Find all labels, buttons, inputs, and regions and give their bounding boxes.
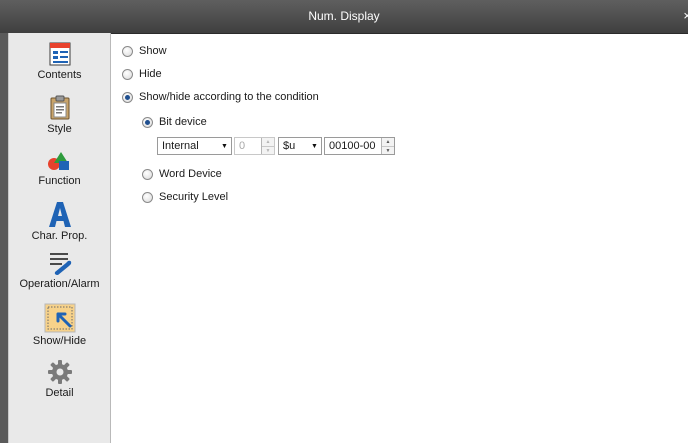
device-type-value: $u [283, 140, 296, 152]
word-device-radio[interactable]: Word Device [142, 166, 222, 182]
spin-buttons[interactable]: ▲ ▼ [381, 138, 394, 154]
sidebar-item-label: Show/Hide [32, 335, 87, 347]
security-level-radio[interactable]: Security Level [142, 189, 228, 205]
window-frame-left [0, 33, 8, 443]
device-location-select[interactable]: Internal ▼ [157, 137, 232, 155]
radio-label: Security Level [159, 191, 229, 203]
spin-down-icon[interactable]: ▼ [382, 146, 394, 155]
radio-button[interactable] [142, 191, 153, 203]
spin-up-icon[interactable]: ▲ [382, 138, 394, 146]
sidebar-item-label: Char. Prop. [31, 230, 88, 242]
char-prop-icon [48, 202, 71, 227]
radio-button[interactable] [122, 91, 133, 103]
device-address-stepper[interactable]: 00100-00 ▲ ▼ [324, 137, 395, 155]
radio-button[interactable] [142, 168, 153, 180]
sidebar-item-style[interactable]: Style [9, 94, 110, 135]
sidebar-item-detail[interactable]: Detail [9, 359, 110, 399]
device-address-value[interactable]: 00100-00 [325, 140, 381, 152]
window-title: Num. Display [308, 9, 380, 23]
radio-label: Word Device [159, 168, 222, 180]
radio-label: Hide [139, 68, 162, 80]
device-location-value: Internal [162, 140, 199, 152]
spin-down-icon: ▼ [262, 146, 274, 155]
chevron-down-icon[interactable]: ▼ [218, 143, 231, 150]
device-type-select[interactable]: $u ▼ [278, 137, 322, 155]
sidebar-item-char-prop[interactable]: Char. Prop. [9, 200, 110, 242]
hide-radio[interactable]: Hide [122, 66, 162, 82]
station-number-value: 0 [239, 140, 246, 152]
close-icon[interactable]: × [683, 8, 688, 23]
sidebar-item-label: Detail [45, 387, 74, 399]
sidebar-item-label: Operation/Alarm [19, 278, 100, 290]
sidebar: Contents Style Function Char. Prop. Oper… [8, 33, 111, 443]
sidebar-item-label: Contents [37, 69, 82, 81]
spin-buttons: ▲ ▼ [261, 138, 274, 154]
sidebar-item-operation-alarm[interactable]: Operation/Alarm [9, 250, 110, 290]
contents-icon [49, 42, 70, 66]
radio-button[interactable] [122, 45, 133, 57]
chevron-down-icon[interactable]: ▼ [308, 143, 321, 150]
show-hide-icon [44, 303, 75, 333]
radio-button[interactable] [122, 68, 133, 80]
show-hide-panel: Show Hide Show/hide according to the con… [110, 33, 688, 443]
radio-button[interactable] [142, 116, 153, 128]
sidebar-item-show-hide[interactable]: Show/Hide [9, 303, 110, 347]
radio-label: Show [139, 45, 167, 57]
radio-label: Bit device [159, 116, 207, 128]
station-number-stepper: 0 ▲ ▼ [234, 137, 275, 155]
sidebar-item-label: Style [47, 123, 72, 135]
title-bar: Num. Display × [0, 0, 688, 34]
bit-device-radio[interactable]: Bit device [142, 114, 207, 130]
style-icon [50, 95, 69, 120]
operation-alarm-icon [49, 253, 71, 275]
gear-icon [47, 360, 72, 384]
function-icon [47, 152, 69, 170]
sidebar-item-function[interactable]: Function [9, 149, 110, 187]
show-hide-condition-radio[interactable]: Show/hide according to the condition [122, 89, 319, 105]
sidebar-item-contents[interactable]: Contents [9, 41, 110, 81]
spin-up-icon: ▲ [265, 139, 271, 145]
radio-label: Show/hide according to the condition [139, 91, 319, 103]
sidebar-item-label: Function [38, 175, 81, 187]
show-radio[interactable]: Show [122, 43, 167, 59]
